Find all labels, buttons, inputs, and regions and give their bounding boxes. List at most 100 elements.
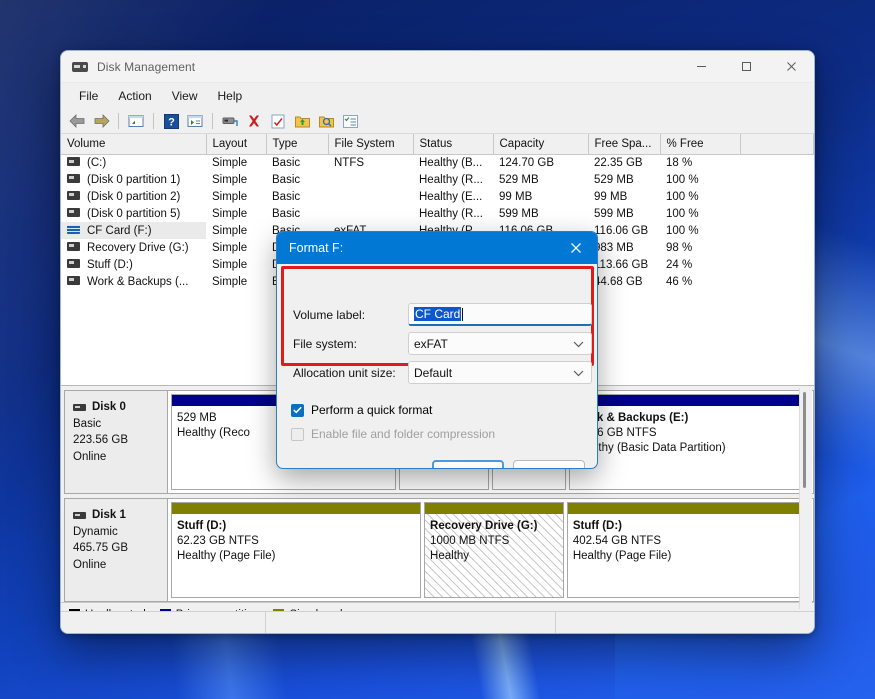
partition-title: Recovery Drive (G:) <box>430 520 538 532</box>
cell-volume: (Disk 0 partition 2) <box>61 188 206 205</box>
cell-volume: (C:) <box>61 154 206 171</box>
menu-help[interactable]: Help <box>208 86 253 106</box>
cell-capacity: 124.70 GB <box>499 156 554 169</box>
cell-percent-free: 98 % <box>666 241 693 254</box>
volume-label-value: CF Card <box>414 307 462 321</box>
volume-label-input[interactable]: CF Card <box>408 303 592 326</box>
ok-button[interactable]: OK <box>432 460 504 468</box>
quick-format-checkbox-row[interactable]: Perform a quick format <box>291 403 432 417</box>
cell-spacer <box>740 205 814 222</box>
col-file-system[interactable]: File System <box>328 134 414 155</box>
partition-status: Healthy (Basic Data Partition) <box>574 442 726 454</box>
up-one-level-icon[interactable] <box>125 111 147 131</box>
volume-name: (Disk 0 partition 2) <box>87 190 181 203</box>
cell-spacer <box>740 222 814 239</box>
col-free-space[interactable]: Free Spa... <box>588 134 661 155</box>
partition-type-bar <box>425 503 563 514</box>
cell-volume: Recovery Drive (G:) <box>61 239 206 256</box>
scrollbar-thumb[interactable] <box>803 392 806 488</box>
cell-free-space: 99 MB <box>594 190 628 203</box>
close-icon[interactable] <box>769 51 814 83</box>
partition-size: 1000 MB NTFS <box>430 535 510 547</box>
forward-arrow-icon[interactable] <box>90 111 112 131</box>
graphical-view-scrollbar[interactable] <box>799 388 812 609</box>
col-layout[interactable]: Layout <box>206 134 267 155</box>
menu-action[interactable]: Action <box>108 86 161 106</box>
volume-label-row: Volume label: <box>293 304 365 326</box>
partition-size: 62.23 GB NTFS <box>177 535 259 547</box>
partition[interactable]: Stuff (D:) 402.54 GB NTFS Healthy (Page Fi… <box>566 502 810 598</box>
partition-status: Healthy (Page File) <box>177 550 276 562</box>
table-row[interactable]: (Disk 0 partition 1) Simple Basic Healthy (… <box>61 171 814 188</box>
minimize-icon[interactable] <box>679 51 724 83</box>
col-type[interactable]: Type <box>266 134 329 155</box>
search-icon[interactable] <box>315 111 337 131</box>
cell-type: Basic <box>272 207 301 220</box>
cell-spacer <box>740 273 814 290</box>
file-system-select[interactable]: exFAT <box>408 332 592 355</box>
legend-item: Unallocated <box>69 609 146 611</box>
cell-layout: Simple <box>212 224 248 237</box>
disk-info-panel[interactable]: Disk 0 Basic 223.56 GB Online <box>64 390 167 494</box>
disk-info-panel[interactable]: Disk 1 Dynamic 465.75 GB Online <box>64 498 167 602</box>
partition-details: Recovery Drive (G:) 1000 MB NTFS Healthy <box>425 514 563 597</box>
properties-icon[interactable] <box>184 111 206 131</box>
cell-free-space: 599 MB <box>594 207 634 220</box>
cell-volume: (Disk 0 partition 1) <box>61 171 206 188</box>
volume-label-label: Volume label: <box>293 308 366 322</box>
partition-area: Stuff (D:) 62.23 GB NTFS Healthy (Page Fil… <box>167 498 814 602</box>
table-row[interactable]: (Disk 0 partition 5) Simple Basic Healthy (… <box>61 205 814 222</box>
disk-icon <box>73 511 86 519</box>
cell-volume: CF Card (F:) <box>61 222 206 239</box>
col-percent-free[interactable]: % Free <box>660 134 741 155</box>
partition[interactable]: Recovery Drive (G:) 1000 MB NTFS Healthy <box>424 502 564 598</box>
cell-percent-free: 100 % <box>666 173 699 186</box>
export-icon[interactable] <box>291 111 313 131</box>
status-cell-2 <box>266 612 556 633</box>
window-controls <box>679 51 814 83</box>
checklist-icon[interactable] <box>267 111 289 131</box>
connect-drive-icon[interactable] <box>219 111 241 131</box>
cancel-button[interactable]: Cancel <box>513 460 585 468</box>
col-volume[interactable]: Volume <box>61 134 207 155</box>
cell-free-space: 44.68 GB <box>594 275 643 288</box>
delete-icon[interactable] <box>243 111 265 131</box>
cell-type: Basic <box>272 173 301 186</box>
disk-row: Disk 1 Dynamic 465.75 GB Online Stuff (D:) 62… <box>64 498 814 602</box>
file-system-label: File system: <box>293 337 358 351</box>
col-status[interactable]: Status <box>413 134 494 155</box>
col-capacity[interactable]: Capacity <box>493 134 589 155</box>
menu-file[interactable]: File <box>69 86 108 106</box>
partition[interactable]: Stuff (D:) 62.23 GB NTFS Healthy (Page Fil… <box>171 502 422 598</box>
disk-type: Dynamic <box>73 525 118 538</box>
drive-icon <box>67 157 80 167</box>
cell-capacity: 599 MB <box>499 207 539 220</box>
maximize-icon[interactable] <box>724 51 769 83</box>
dialog-title: Format F: <box>289 241 344 255</box>
partition-title: Stuff (D:) <box>572 520 623 532</box>
cell-percent-free: 100 % <box>666 224 699 237</box>
close-icon[interactable] <box>555 232 597 264</box>
allocation-unit-select[interactable]: Default <box>408 361 592 384</box>
show-hide-console-tree-icon[interactable] <box>339 111 361 131</box>
cell-layout: Simple <box>212 156 248 169</box>
table-row[interactable]: (C:) Simple Basic NTFS Healthy (B... 124.70 G… <box>61 154 814 171</box>
cell-percent-free: 18 % <box>666 156 693 169</box>
partition-type-bar <box>567 503 809 514</box>
partition[interactable]: Work & Backups (E:) 97.66 GB NTFS Healthy … <box>568 394 810 490</box>
legend-swatch <box>273 609 285 611</box>
table-row[interactable]: (Disk 0 partition 2) Simple Basic Healthy (… <box>61 188 814 205</box>
volume-name: (C:) <box>87 156 107 169</box>
compression-label: Enable file and folder compression <box>311 427 496 441</box>
volume-name: Recovery Drive (G:) <box>87 241 189 254</box>
volume-name: Stuff (D:) <box>87 258 133 271</box>
drive-icon <box>67 258 80 268</box>
help-icon[interactable]: ? <box>160 111 182 131</box>
menu-view[interactable]: View <box>162 86 208 106</box>
cell-volume: (Disk 0 partition 5) <box>61 205 206 222</box>
cell-file-system <box>328 188 413 205</box>
partition-status: Healthy (Page File) <box>572 550 672 562</box>
quick-format-checkbox[interactable] <box>291 403 304 417</box>
cell-status: Healthy (E... <box>419 190 483 203</box>
back-arrow-icon[interactable] <box>66 111 88 131</box>
